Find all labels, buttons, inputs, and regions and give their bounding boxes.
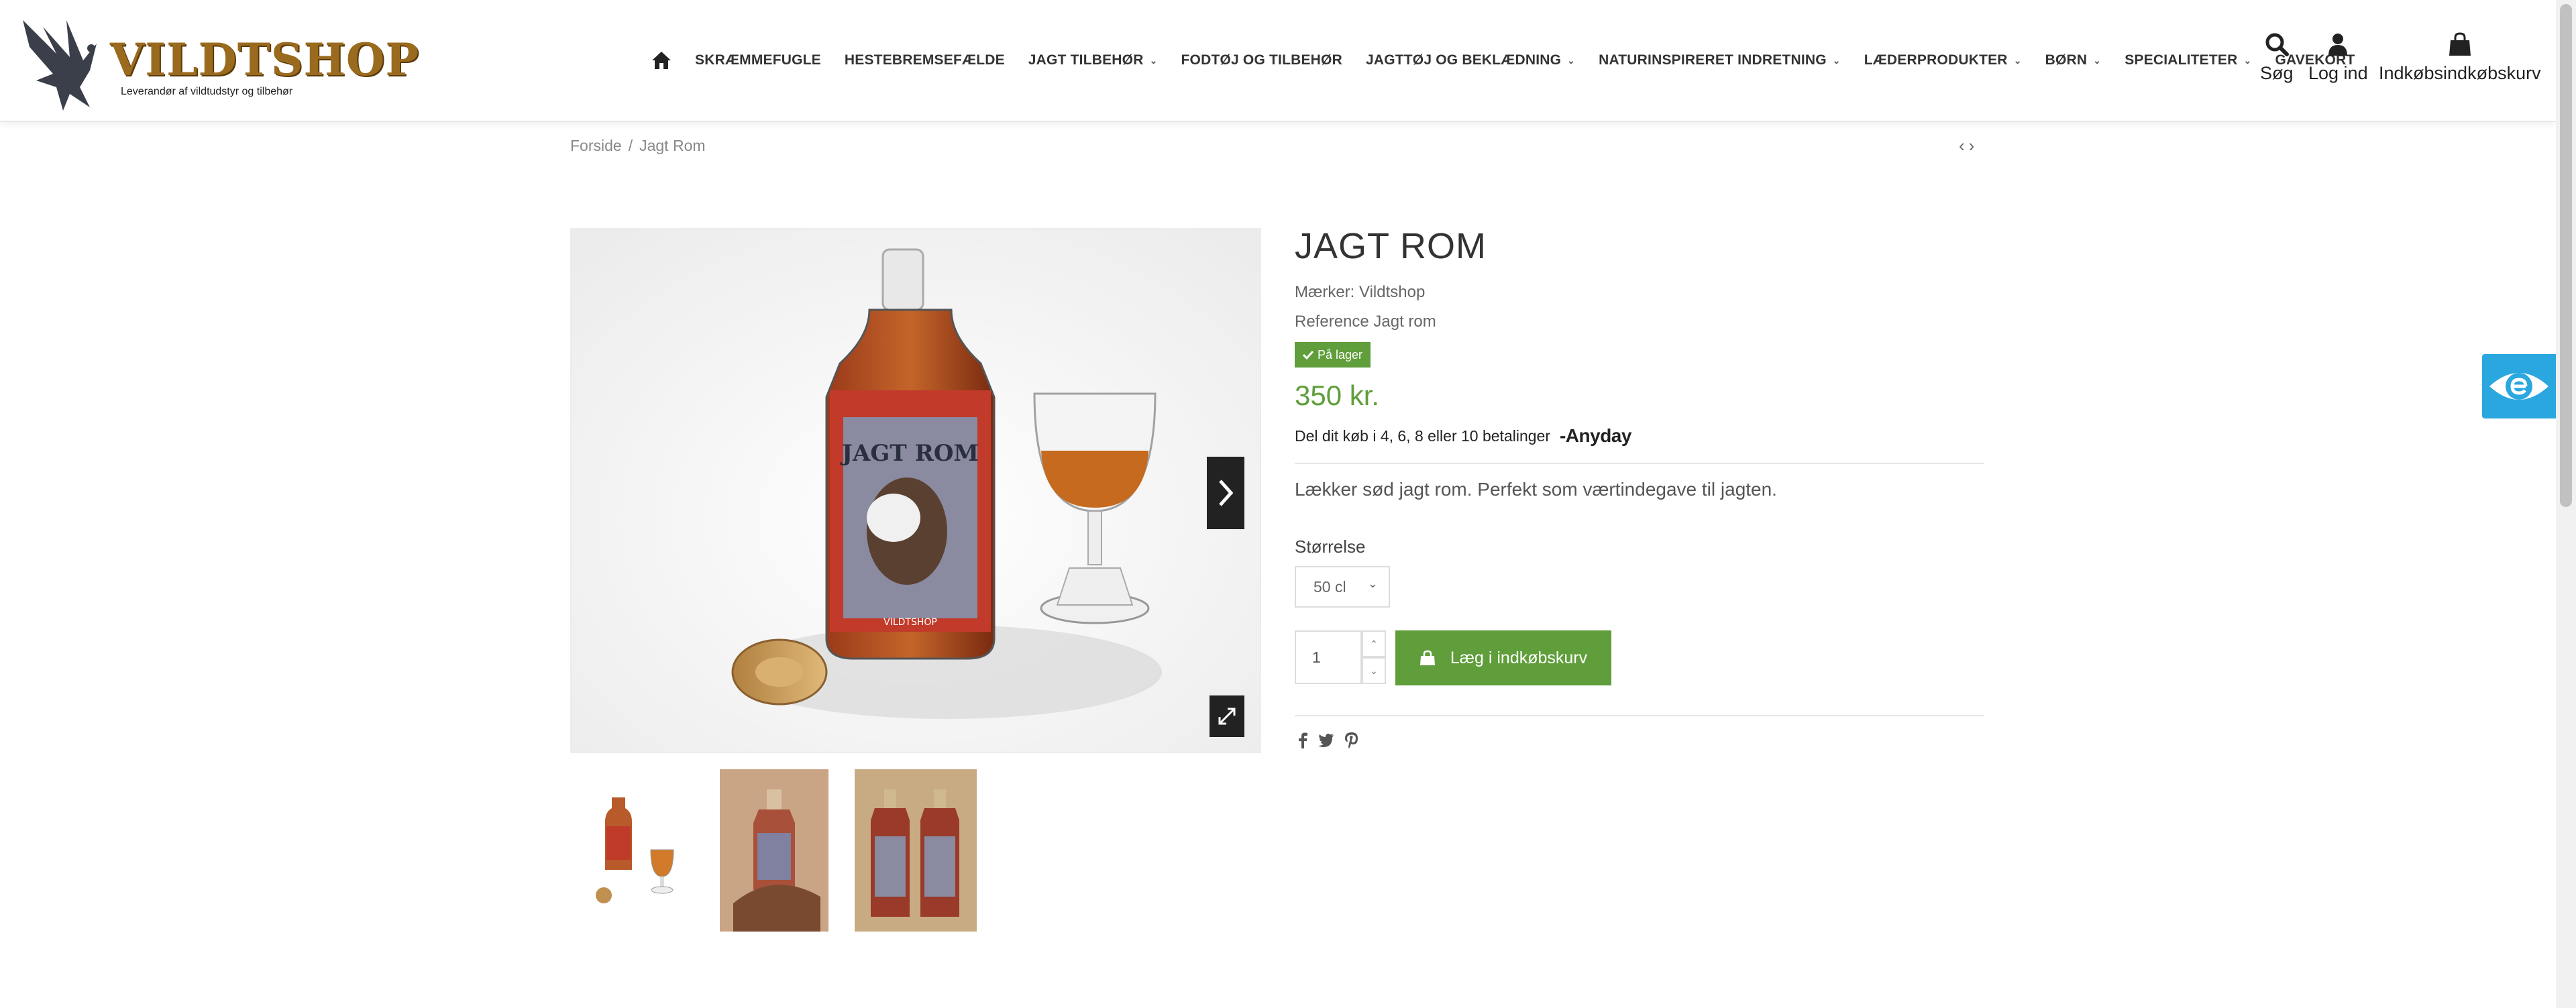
- nav-item-label: LÆDERPRODUKTER: [1864, 52, 2008, 68]
- chevron-left-icon[interactable]: ‹: [1959, 135, 1965, 156]
- twitter-icon[interactable]: [1318, 734, 1334, 747]
- shopping-bag-icon: [2449, 30, 2471, 59]
- expand-icon: [1218, 708, 1236, 725]
- nav-item-label: FODTØJ OG TILBEHØR: [1181, 52, 1342, 68]
- add-to-cart-button[interactable]: Læg i indkøbskurv: [1395, 630, 1611, 685]
- logo-tagline: Leverandør af vildtudstyr og tilbehør: [121, 86, 293, 97]
- quantity-value: 1: [1312, 648, 1321, 666]
- quantity-decrease-button[interactable]: ⌄: [1362, 657, 1386, 684]
- chevron-down-icon: ⌄: [1832, 54, 1841, 66]
- product-title: JAGT ROM: [1295, 226, 1487, 266]
- check-icon: [1303, 350, 1313, 359]
- chevron-down-icon: ⌄: [1370, 665, 1378, 676]
- next-image-button[interactable]: [1207, 457, 1244, 529]
- product-thumbnail-2[interactable]: [720, 769, 828, 932]
- nav-item-label: BØRN: [2045, 52, 2088, 68]
- divider: [1295, 715, 1984, 716]
- chevron-down-icon: ⌄: [1367, 577, 1378, 590]
- stock-text: På lager: [1318, 347, 1363, 361]
- search-button[interactable]: Søg: [2260, 30, 2294, 84]
- product-pager: ‹ ›: [1959, 135, 1974, 156]
- chevron-down-icon: ⌄: [2243, 54, 2252, 66]
- product-description: Lækker sød jagt rom. Perfekt som værtind…: [1295, 479, 1777, 500]
- nav-item-label: JAGT TILBEHØR: [1028, 52, 1144, 68]
- cart-label: Indkøbsindkøbskurv: [2379, 63, 2541, 83]
- stock-badge: På lager: [1295, 342, 1371, 368]
- breadcrumb-current: Jagt Rom: [639, 137, 706, 154]
- pinterest-icon[interactable]: [1345, 732, 1358, 748]
- chevron-right-icon: [1219, 480, 1234, 506]
- product-thumbnail-1[interactable]: [578, 769, 694, 930]
- quantity-increase-button[interactable]: ⌃: [1362, 630, 1386, 657]
- nav-item-label: SKRÆMMEFUGLE: [695, 52, 821, 68]
- size-value: 50 cl: [1313, 577, 1346, 596]
- search-icon: [2265, 30, 2289, 59]
- size-select[interactable]: 50 cl ⌄: [1295, 566, 1390, 608]
- chevron-up-icon: ⌃: [1370, 638, 1378, 649]
- nav-item-hestebremsefaelde[interactable]: HESTEBREMSEFÆLDE: [845, 52, 1005, 68]
- login-label: Log ind: [2308, 63, 2368, 83]
- chevron-right-icon[interactable]: ›: [1969, 135, 1975, 156]
- installments-text: Del dit køb i 4, 6, 8 eller 10 betalinge…: [1295, 427, 1550, 445]
- anyday-logo: -Anyday: [1559, 425, 1631, 446]
- product-thumbnail-3[interactable]: [855, 769, 977, 932]
- bottle-brand-text: VILDTSHOP: [883, 617, 937, 628]
- nav-item-label: JAGTTØJ OG BEKLÆDNING: [1365, 52, 1562, 68]
- user-icon: [2328, 30, 2348, 59]
- nav-item-born[interactable]: BØRN ⌄: [2045, 52, 2102, 68]
- nav-item-specialiteter[interactable]: SPECIALITETER ⌄: [2125, 52, 2251, 68]
- breadcrumb-home[interactable]: Forside: [570, 137, 622, 155]
- site-header: VILDTSHOP Leverandør af vildtudstyr og t…: [0, 0, 2556, 122]
- page-scrollbar[interactable]: [2556, 0, 2576, 1008]
- bottle-label-text: JAGT ROM: [840, 440, 979, 467]
- main-nav: SKRÆMMEFUGLE HESTEBREMSEFÆLDE JAGT TILBE…: [651, 47, 2379, 74]
- zoom-button[interactable]: [1210, 695, 1244, 737]
- accessibility-button[interactable]: [2482, 354, 2556, 418]
- breadcrumb: Forside / Jagt Rom: [570, 137, 712, 155]
- nav-item-label: SPECIALITETER: [2125, 52, 2238, 68]
- login-button[interactable]: Log ind: [2308, 30, 2368, 84]
- logo-wordmark: VILDTSHOP: [110, 34, 419, 86]
- product-price: 350 kr.: [1295, 380, 1380, 411]
- chevron-down-icon: ⌄: [1567, 54, 1576, 66]
- product-reference: Reference Jagt rom: [1295, 313, 1436, 331]
- shopping-bag-icon: [1419, 650, 1435, 665]
- product-photo: JAGT ROM VILDTSHOP: [572, 229, 1260, 752]
- chevron-down-icon: ⌄: [1149, 54, 1158, 66]
- chevron-down-icon: ⌄: [2093, 54, 2102, 66]
- size-label: Størrelse: [1295, 537, 1366, 557]
- divider: [1295, 463, 1984, 464]
- scrollbar-thumb[interactable]: [2560, 4, 2572, 507]
- search-label: Søg: [2260, 63, 2294, 83]
- nav-item-label: NATURINSPIRERET INDRETNING: [1599, 52, 1827, 68]
- nav-item-laederprodukter[interactable]: LÆDERPRODUKTER ⌄: [1864, 52, 2022, 68]
- nav-item-skraemmefugle[interactable]: SKRÆMMEFUGLE: [695, 52, 821, 68]
- home-icon[interactable]: [651, 50, 672, 70]
- anyday-installments[interactable]: Del dit køb i 4, 6, 8 eller 10 betalinge…: [1295, 425, 1631, 447]
- nav-item-jagt-tilbehor[interactable]: JAGT TILBEHØR ⌄: [1028, 52, 1158, 68]
- quantity-input[interactable]: 1: [1295, 630, 1362, 684]
- nav-item-label: HESTEBREMSEFÆLDE: [844, 52, 1005, 68]
- nav-item-naturinspireret[interactable]: NATURINSPIRERET INDRETNING ⌄: [1599, 52, 1841, 68]
- share-links: [1298, 732, 1358, 748]
- nav-item-fodtoj[interactable]: FODTØJ OG TILBEHØR: [1181, 52, 1342, 68]
- product-main-image[interactable]: JAGT ROM VILDTSHOP: [570, 228, 1261, 753]
- eye-icon: [2489, 373, 2548, 400]
- product-brand[interactable]: Mærker: Vildtshop: [1295, 283, 1425, 302]
- facebook-icon[interactable]: [1298, 732, 1307, 748]
- chevron-down-icon: ⌄: [2013, 54, 2022, 66]
- cart-button[interactable]: Indkøbsindkøbskurv: [2379, 30, 2541, 84]
- breadcrumb-separator: /: [628, 137, 633, 154]
- site-logo[interactable]: VILDTSHOP Leverandør af vildtudstyr og t…: [16, 7, 419, 114]
- nav-item-jagttoj[interactable]: JAGTTØJ OG BEKLÆDNING ⌄: [1366, 52, 1575, 68]
- add-to-cart-label: Læg i indkøbskurv: [1450, 648, 1588, 667]
